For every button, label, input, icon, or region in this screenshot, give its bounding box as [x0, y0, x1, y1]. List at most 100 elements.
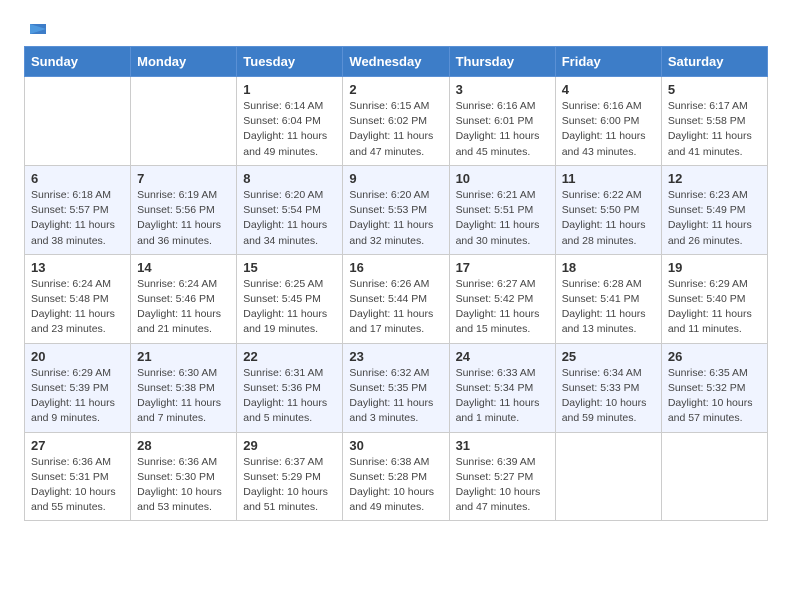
day-detail: Sunrise: 6:37 AMSunset: 5:29 PMDaylight:…: [243, 455, 336, 516]
calendar-cell: 29 Sunrise: 6:37 AMSunset: 5:29 PMDayligh…: [237, 432, 343, 521]
day-number: 29: [243, 438, 336, 453]
day-number: 8: [243, 171, 336, 186]
day-number: 2: [349, 82, 442, 97]
day-number: 9: [349, 171, 442, 186]
day-number: 14: [137, 260, 230, 275]
calendar-cell: 14Sunrise: 6:24 AMSunset: 5:46 PMDayligh…: [131, 254, 237, 343]
week-row-1: 1Sunrise: 6:14 AMSunset: 6:04 PMDaylight…: [25, 77, 768, 166]
weekday-header-tuesday: Tuesday: [237, 47, 343, 77]
day-number: 21: [137, 349, 230, 364]
day-detail: Sunrise: 6:36 AMSunset: 5:30 PMDaylight:…: [137, 455, 230, 516]
day-number: 16: [349, 260, 442, 275]
weekday-header-sunday: Sunday: [25, 47, 131, 77]
calendar-cell: 2Sunrise: 6:15 AMSunset: 6:02 PMDaylight…: [343, 77, 449, 166]
calendar-cell: 25 Sunrise: 6:34 AMSunset: 5:33 PMDayligh…: [555, 343, 661, 432]
calendar-cell: 12 Sunrise: 6:23 AMSunset: 5:49 PMDayligh…: [661, 165, 767, 254]
calendar-cell: 16 Sunrise: 6:26 AMSunset: 5:44 PMDayligh…: [343, 254, 449, 343]
calendar-cell: 21 Sunrise: 6:30 AMSunset: 5:38 PMDayligh…: [131, 343, 237, 432]
weekday-header-saturday: Saturday: [661, 47, 767, 77]
calendar-cell: 7Sunrise: 6:19 AMSunset: 5:56 PMDaylight…: [131, 165, 237, 254]
day-number: 17: [456, 260, 549, 275]
calendar-cell: 20Sunrise: 6:29 AMSunset: 5:39 PMDayligh…: [25, 343, 131, 432]
day-detail: Sunrise: 6:33 AMSunset: 5:34 PMDaylight:…: [456, 366, 549, 427]
day-number: 25: [562, 349, 655, 364]
day-detail: Sunrise: 6:30 AMSunset: 5:38 PMDaylight:…: [137, 366, 230, 427]
day-number: 23: [349, 349, 442, 364]
weekday-header-wednesday: Wednesday: [343, 47, 449, 77]
day-detail: Sunrise: 6:31 AMSunset: 5:36 PMDaylight:…: [243, 366, 336, 427]
day-detail: Sunrise: 6:36 AMSunset: 5:31 PMDaylight:…: [31, 455, 124, 516]
day-number: 13: [31, 260, 124, 275]
weekday-header-thursday: Thursday: [449, 47, 555, 77]
calendar-cell: 26Sunrise: 6:35 AMSunset: 5:32 PMDayligh…: [661, 343, 767, 432]
calendar-cell: 31Sunrise: 6:39 AMSunset: 5:27 PMDayligh…: [449, 432, 555, 521]
day-detail: Sunrise: 6:21 AMSunset: 5:51 PMDaylight:…: [456, 188, 549, 249]
day-detail: Sunrise: 6:32 AMSunset: 5:35 PMDaylight:…: [349, 366, 442, 427]
calendar-cell: [555, 432, 661, 521]
weekday-header-monday: Monday: [131, 47, 237, 77]
calendar-cell: 1Sunrise: 6:14 AMSunset: 6:04 PMDaylight…: [237, 77, 343, 166]
day-number: 24: [456, 349, 549, 364]
week-row-5: 27 Sunrise: 6:36 AMSunset: 5:31 PMDayligh…: [25, 432, 768, 521]
day-detail: Sunrise: 6:23 AMSunset: 5:49 PMDaylight:…: [668, 188, 761, 249]
day-detail: Sunrise: 6:24 AMSunset: 5:48 PMDaylight:…: [31, 277, 124, 338]
day-number: 18: [562, 260, 655, 275]
logo: [24, 20, 48, 36]
calendar-table: SundayMondayTuesdayWednesdayThursdayFrid…: [24, 46, 768, 521]
calendar-cell: 5 Sunrise: 6:17 AMSunset: 5:58 PMDaylight…: [661, 77, 767, 166]
day-number: 4: [562, 82, 655, 97]
calendar-cell: 8 Sunrise: 6:20 AMSunset: 5:54 PMDaylight…: [237, 165, 343, 254]
calendar-cell: [131, 77, 237, 166]
day-detail: Sunrise: 6:39 AMSunset: 5:27 PMDaylight:…: [456, 455, 549, 516]
day-detail: Sunrise: 6:17 AMSunset: 5:58 PMDaylight:…: [668, 99, 761, 160]
day-detail: Sunrise: 6:16 AMSunset: 6:00 PMDaylight:…: [562, 99, 655, 160]
day-detail: Sunrise: 6:26 AMSunset: 5:44 PMDaylight:…: [349, 277, 442, 338]
day-detail: Sunrise: 6:29 AMSunset: 5:39 PMDaylight:…: [31, 366, 124, 427]
calendar-cell: [25, 77, 131, 166]
weekday-header-row: SundayMondayTuesdayWednesdayThursdayFrid…: [25, 47, 768, 77]
header: [24, 20, 768, 36]
day-detail: Sunrise: 6:20 AMSunset: 5:54 PMDaylight:…: [243, 188, 336, 249]
calendar-cell: 11 Sunrise: 6:22 AMSunset: 5:50 PMDayligh…: [555, 165, 661, 254]
day-number: 15: [243, 260, 336, 275]
calendar-cell: 18Sunrise: 6:28 AMSunset: 5:41 PMDayligh…: [555, 254, 661, 343]
day-detail: Sunrise: 6:14 AMSunset: 6:04 PMDaylight:…: [243, 99, 336, 160]
calendar-cell: 9 Sunrise: 6:20 AMSunset: 5:53 PMDaylight…: [343, 165, 449, 254]
day-number: 11: [562, 171, 655, 186]
logo-flag-icon: [26, 20, 48, 42]
calendar-cell: 13 Sunrise: 6:24 AMSunset: 5:48 PMDayligh…: [25, 254, 131, 343]
calendar-cell: 30 Sunrise: 6:38 AMSunset: 5:28 PMDayligh…: [343, 432, 449, 521]
calendar-cell: 15 Sunrise: 6:25 AMSunset: 5:45 PMDayligh…: [237, 254, 343, 343]
day-detail: Sunrise: 6:25 AMSunset: 5:45 PMDaylight:…: [243, 277, 336, 338]
day-detail: Sunrise: 6:35 AMSunset: 5:32 PMDaylight:…: [668, 366, 761, 427]
week-row-4: 20Sunrise: 6:29 AMSunset: 5:39 PMDayligh…: [25, 343, 768, 432]
calendar-cell: 3Sunrise: 6:16 AMSunset: 6:01 PMDaylight…: [449, 77, 555, 166]
day-detail: Sunrise: 6:34 AMSunset: 5:33 PMDaylight:…: [562, 366, 655, 427]
day-detail: Sunrise: 6:29 AMSunset: 5:40 PMDaylight:…: [668, 277, 761, 338]
calendar-cell: 19Sunrise: 6:29 AMSunset: 5:40 PMDayligh…: [661, 254, 767, 343]
day-number: 28: [137, 438, 230, 453]
weekday-header-friday: Friday: [555, 47, 661, 77]
calendar-cell: 6 Sunrise: 6:18 AMSunset: 5:57 PMDaylight…: [25, 165, 131, 254]
day-detail: Sunrise: 6:19 AMSunset: 5:56 PMDaylight:…: [137, 188, 230, 249]
day-number: 30: [349, 438, 442, 453]
week-row-3: 13 Sunrise: 6:24 AMSunset: 5:48 PMDayligh…: [25, 254, 768, 343]
calendar-cell: 28 Sunrise: 6:36 AMSunset: 5:30 PMDayligh…: [131, 432, 237, 521]
calendar-cell: 23 Sunrise: 6:32 AMSunset: 5:35 PMDayligh…: [343, 343, 449, 432]
day-number: 5: [668, 82, 761, 97]
week-row-2: 6 Sunrise: 6:18 AMSunset: 5:57 PMDaylight…: [25, 165, 768, 254]
calendar-cell: 24 Sunrise: 6:33 AMSunset: 5:34 PMDayligh…: [449, 343, 555, 432]
day-detail: Sunrise: 6:18 AMSunset: 5:57 PMDaylight:…: [31, 188, 124, 249]
day-detail: Sunrise: 6:20 AMSunset: 5:53 PMDaylight:…: [349, 188, 442, 249]
calendar-cell: 22Sunrise: 6:31 AMSunset: 5:36 PMDayligh…: [237, 343, 343, 432]
day-number: 3: [456, 82, 549, 97]
calendar-cell: 4 Sunrise: 6:16 AMSunset: 6:00 PMDaylight…: [555, 77, 661, 166]
day-detail: Sunrise: 6:38 AMSunset: 5:28 PMDaylight:…: [349, 455, 442, 516]
day-number: 27: [31, 438, 124, 453]
day-number: 12: [668, 171, 761, 186]
day-number: 6: [31, 171, 124, 186]
calendar-cell: 10 Sunrise: 6:21 AMSunset: 5:51 PMDayligh…: [449, 165, 555, 254]
day-detail: Sunrise: 6:22 AMSunset: 5:50 PMDaylight:…: [562, 188, 655, 249]
calendar-cell: 17Sunrise: 6:27 AMSunset: 5:42 PMDayligh…: [449, 254, 555, 343]
day-number: 10: [456, 171, 549, 186]
